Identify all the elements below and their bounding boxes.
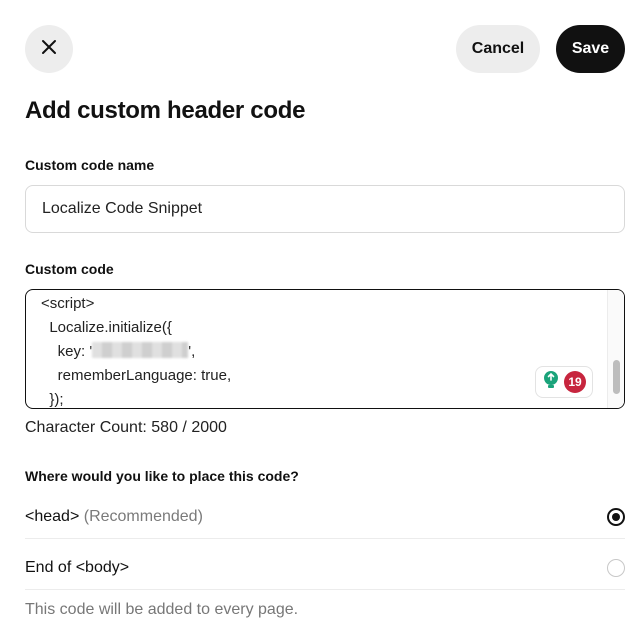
code-content: <script> Localize.initialize({ key: ' ', …	[41, 292, 232, 408]
custom-code-name-input[interactable]	[25, 185, 625, 233]
issue-count-badge: 19	[564, 371, 586, 393]
custom-code-name-label: Custom code name	[25, 157, 155, 173]
code-line-suffix: ',	[188, 343, 196, 360]
code-line: Localize.initialize({	[41, 319, 172, 336]
character-count: Character Count: 580 / 2000	[25, 419, 227, 436]
grammar-helper-widget[interactable]: 19	[535, 366, 593, 398]
code-line: });	[41, 391, 64, 408]
radio-dot	[612, 513, 620, 521]
option-hint: (Recommended)	[83, 508, 203, 525]
custom-code-label: Custom code	[25, 261, 114, 277]
placement-option-head[interactable]: <head> (Recommended)	[25, 492, 625, 542]
code-line: key: '	[41, 343, 93, 360]
placement-option-body[interactable]: End of <body>	[25, 543, 625, 593]
radio-body[interactable]	[607, 559, 625, 577]
option-label: <head>	[25, 508, 80, 525]
close-icon	[41, 39, 57, 60]
radio-head[interactable]	[607, 508, 625, 526]
lightbulb-icon	[542, 370, 560, 395]
placement-note: This code will be added to every page.	[25, 601, 299, 618]
custom-code-textarea[interactable]: <script> Localize.initialize({ key: ' ', …	[25, 289, 625, 409]
code-scrollbar[interactable]	[607, 290, 624, 408]
divider	[25, 589, 625, 590]
redacted-key	[92, 342, 189, 358]
divider	[25, 538, 625, 539]
page-title: Add custom header code	[25, 97, 306, 124]
close-button[interactable]	[25, 25, 73, 73]
cancel-button[interactable]: Cancel	[456, 25, 540, 73]
code-line: rememberLanguage: true,	[41, 367, 232, 384]
scrollbar-thumb[interactable]	[613, 360, 620, 394]
placement-question: Where would you like to place this code?	[25, 468, 299, 484]
option-label-group: <head> (Recommended)	[25, 508, 203, 526]
save-button[interactable]: Save	[556, 25, 625, 73]
option-label: End of <body>	[25, 559, 130, 576]
code-line: <script>	[41, 295, 95, 312]
